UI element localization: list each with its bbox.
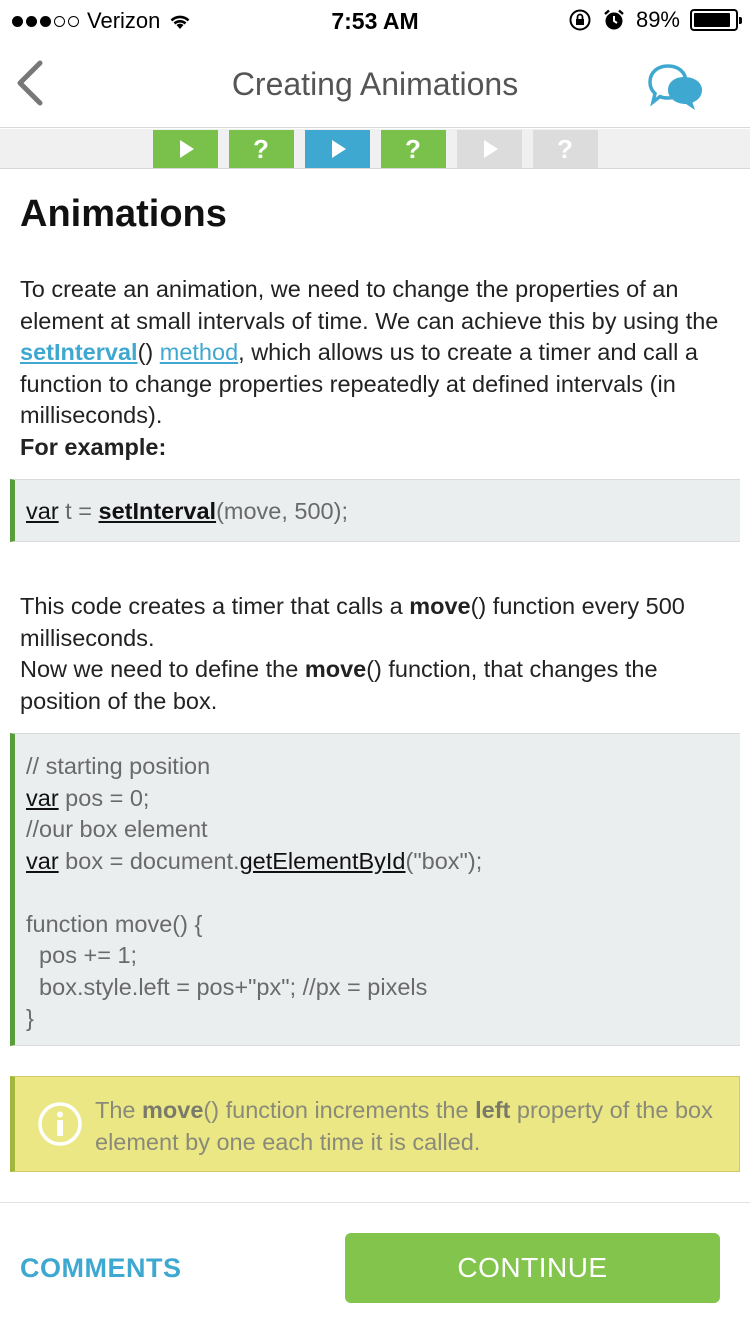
comments-button[interactable]: COMMENTS <box>20 1253 182 1284</box>
continue-button[interactable]: CONTINUE <box>345 1233 720 1303</box>
rotation-lock-icon <box>569 9 591 31</box>
intro-text-1: To create an animation, we need to chang… <box>20 276 719 334</box>
code-keyword[interactable]: var <box>26 498 59 524</box>
status-right: 89% <box>568 7 742 33</box>
progress-step-quiz[interactable]: ? <box>532 130 598 168</box>
note-text: The <box>95 1097 143 1123</box>
code-text: ("box"); <box>405 847 483 874</box>
code-block-setinterval: var t = setInterval(move, 500); <box>10 479 740 542</box>
question-mark-icon: ? <box>253 133 269 164</box>
battery-percent: 89% <box>635 7 680 32</box>
explain-paragraph: This code creates a timer that calls a m… <box>20 591 735 717</box>
lesson-progress-bar: ??? <box>0 129 750 169</box>
code-text: pos = 0; <box>58 784 150 811</box>
explain-bold: move <box>304 656 367 682</box>
alarm-icon <box>604 9 624 30</box>
info-note: The move() function increments the left … <box>10 1076 740 1172</box>
info-icon <box>38 1102 82 1146</box>
battery-level <box>694 13 730 27</box>
code-text: (move, 500); <box>216 498 348 524</box>
code-method-link[interactable]: getElementById <box>240 848 406 874</box>
code-line: var t = setInterval(move, 500); <box>26 496 740 528</box>
code-blank <box>26 877 740 909</box>
progress-step-lesson[interactable] <box>456 130 522 168</box>
status-bar: Verizon 7:53 AM 89% <box>0 0 750 40</box>
info-note-text: The move() function increments the left … <box>95 1095 735 1158</box>
code-keyword[interactable]: var <box>26 848 59 874</box>
page-title: Creating Animations <box>231 66 519 102</box>
progress-step-lesson[interactable] <box>152 130 218 168</box>
bottom-bar: COMMENTS CONTINUE <box>0 1202 750 1334</box>
note-bold: left <box>475 1097 511 1123</box>
code-line: pos += 1; <box>26 942 138 968</box>
code-line: box.style.left = pos+"px"; //px = pixels <box>26 973 428 1000</box>
code-keyword[interactable]: var <box>26 785 59 811</box>
lesson-heading: Animations <box>20 193 227 235</box>
code-line: function move() { <box>26 910 203 937</box>
method-link[interactable]: method <box>160 339 238 365</box>
code-comment: //our box element <box>26 816 208 842</box>
question-mark-icon: ? <box>405 133 421 164</box>
intro-paragraph: To create an animation, we need to chang… <box>20 274 735 463</box>
explain-text: This code creates a timer that calls a <box>20 593 410 619</box>
code-line: var pos = 0; <box>26 783 740 815</box>
code-line: var box = document.getElementById("box")… <box>26 846 740 878</box>
play-icon <box>332 140 346 158</box>
nav-bar: Creating Animations <box>0 40 750 128</box>
code-line: } <box>26 1005 34 1031</box>
question-mark-icon: ? <box>557 133 573 164</box>
explain-bold: move <box>409 593 471 619</box>
example-label: For example: <box>20 433 167 460</box>
progress-step-quiz[interactable]: ? <box>228 130 294 168</box>
play-icon <box>484 140 498 158</box>
code-comment: // starting position <box>26 753 211 779</box>
battery-icon <box>690 9 742 31</box>
code-block-move: // starting position var pos = 0; //our … <box>10 733 740 1046</box>
progress-step-quiz[interactable]: ? <box>380 130 446 168</box>
intro-text-2: () <box>137 339 160 365</box>
setinterval-link[interactable]: setInterval <box>20 339 138 365</box>
note-text: () function increments the <box>203 1097 476 1123</box>
code-function-link[interactable]: setInterval <box>99 498 217 524</box>
explain-text: Now we need to define the <box>20 656 305 682</box>
play-icon <box>180 140 194 158</box>
code-text: t = <box>58 498 99 524</box>
code-text: box = document. <box>58 847 240 874</box>
progress-step-lesson[interactable] <box>304 130 370 168</box>
chat-bubbles-icon[interactable] <box>644 62 708 112</box>
note-bold: move <box>142 1097 204 1123</box>
